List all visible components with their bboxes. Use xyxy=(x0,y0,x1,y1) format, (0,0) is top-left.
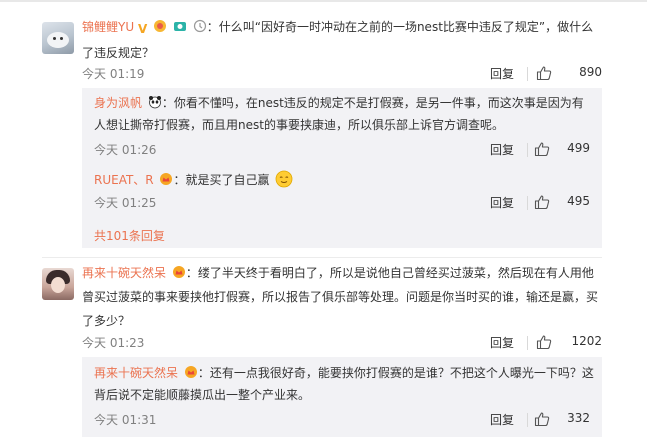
like-button[interactable]: 332 xyxy=(534,409,590,429)
crown-badge-icon xyxy=(172,266,185,278)
comment-item: 锦鲤鲤YU V ：什么叫“因好奇一时冲动在之前的一场nest比赛中违反了规定”，… xyxy=(0,0,647,260)
like-count: 1202 xyxy=(571,334,602,348)
reply-content: ：就是买了自己赢 xyxy=(173,173,270,187)
reply-meta: 今天 01:26 回复 499 xyxy=(94,139,590,159)
reply-list: 再来十碗天然呆 ：还有一点我很好奇，能要挟你打假赛的是谁？不把这个人曝光一下吗？… xyxy=(82,357,602,437)
reply-button[interactable]: 回复 xyxy=(490,141,514,158)
reply-button[interactable]: 回复 xyxy=(490,194,514,211)
like-button[interactable]: 499 xyxy=(534,139,590,159)
divider xyxy=(527,67,528,81)
reply-meta: 今天 01:31 回复 332 xyxy=(94,409,590,429)
like-count: 890 xyxy=(579,65,602,79)
like-button[interactable]: 495 xyxy=(534,192,590,212)
comment-meta: 今天 01:19 回复 890 xyxy=(82,63,602,83)
comment-time: 今天 01:23 xyxy=(82,336,145,350)
divider xyxy=(527,336,528,350)
member-badge-icon xyxy=(154,20,167,32)
reply-time: 今天 01:31 xyxy=(94,413,157,427)
crown-badge-icon xyxy=(160,173,173,185)
emoji-icon xyxy=(275,170,293,188)
like-count: 495 xyxy=(567,194,590,208)
reply-list: 身为沨帆 ：你看不懂吗，在nest违反的规定不是打假赛，是另一件事，而这次事是因… xyxy=(82,88,602,248)
more-replies-link[interactable]: 共101条回复 xyxy=(94,227,165,244)
vip-badge-icon: V xyxy=(137,22,148,36)
thumbs-up-icon xyxy=(534,142,550,157)
like-count: 499 xyxy=(567,141,590,155)
comment-text: 再来十碗天然呆 ：缕了半天终于看明白了，所以是说他自己曾经买过菠菜，然后现在有人… xyxy=(82,261,602,333)
panda-badge-icon xyxy=(148,96,161,109)
comment-meta: 今天 01:23 回复 1202 xyxy=(82,332,602,352)
divider xyxy=(527,196,528,210)
like-count: 332 xyxy=(567,411,590,425)
crown-badge-icon xyxy=(184,366,197,378)
reply-meta: 今天 01:25 回复 495 xyxy=(94,192,590,212)
thumbs-up-icon xyxy=(536,335,552,350)
like-button[interactable]: 890 xyxy=(536,63,602,83)
username-link[interactable]: RUEAT、R xyxy=(94,173,154,187)
clock-badge-icon xyxy=(193,19,206,33)
reply-text: 再来十碗天然呆 ：还有一点我很好奇，能要挟你打假赛的是谁？不把这个人曝光一下吗？… xyxy=(94,362,594,406)
reply-text: 身为沨帆 ：你看不懂吗，在nest违反的规定不是打假赛，是另一件事，而这次事是因… xyxy=(94,92,594,136)
thumbs-up-icon xyxy=(536,66,552,81)
reply-text: RUEAT、R ：就是买了自己赢 xyxy=(94,169,594,191)
reply-time: 今天 01:25 xyxy=(94,196,157,210)
username-link[interactable]: 再来十碗天然呆 xyxy=(94,366,178,380)
username-link[interactable]: 锦鲤鲤YU xyxy=(82,20,134,34)
divider xyxy=(527,413,528,427)
thumbs-up-icon xyxy=(534,412,550,427)
comment-text: 锦鲤鲤YU V ：什么叫“因好奇一时冲动在之前的一场nest比赛中违反了规定”，… xyxy=(82,15,602,65)
avatar[interactable] xyxy=(42,268,74,300)
like-button[interactable]: 1202 xyxy=(536,332,602,352)
username-link[interactable]: 再来十碗天然呆 xyxy=(82,266,166,280)
reply-button[interactable]: 回复 xyxy=(490,411,514,428)
reply-button[interactable]: 回复 xyxy=(490,334,514,351)
thumbs-up-icon xyxy=(534,195,550,210)
divider xyxy=(527,143,528,157)
username-link[interactable]: 身为沨帆 xyxy=(94,96,142,110)
reply-time: 今天 01:26 xyxy=(94,143,157,157)
comment-item: 再来十碗天然呆 ：缕了半天终于看明白了，所以是说他自己曾经买过菠菜，然后现在有人… xyxy=(0,258,647,437)
avatar[interactable] xyxy=(42,22,74,54)
comment-time: 今天 01:19 xyxy=(82,67,145,81)
reply-button[interactable]: 回复 xyxy=(490,65,514,82)
reply-content: ：你看不懂吗，在nest违反的规定不是打假赛，是另一件事，而这次事是因为有人想让… xyxy=(94,96,584,132)
camera-badge-icon xyxy=(173,22,186,31)
